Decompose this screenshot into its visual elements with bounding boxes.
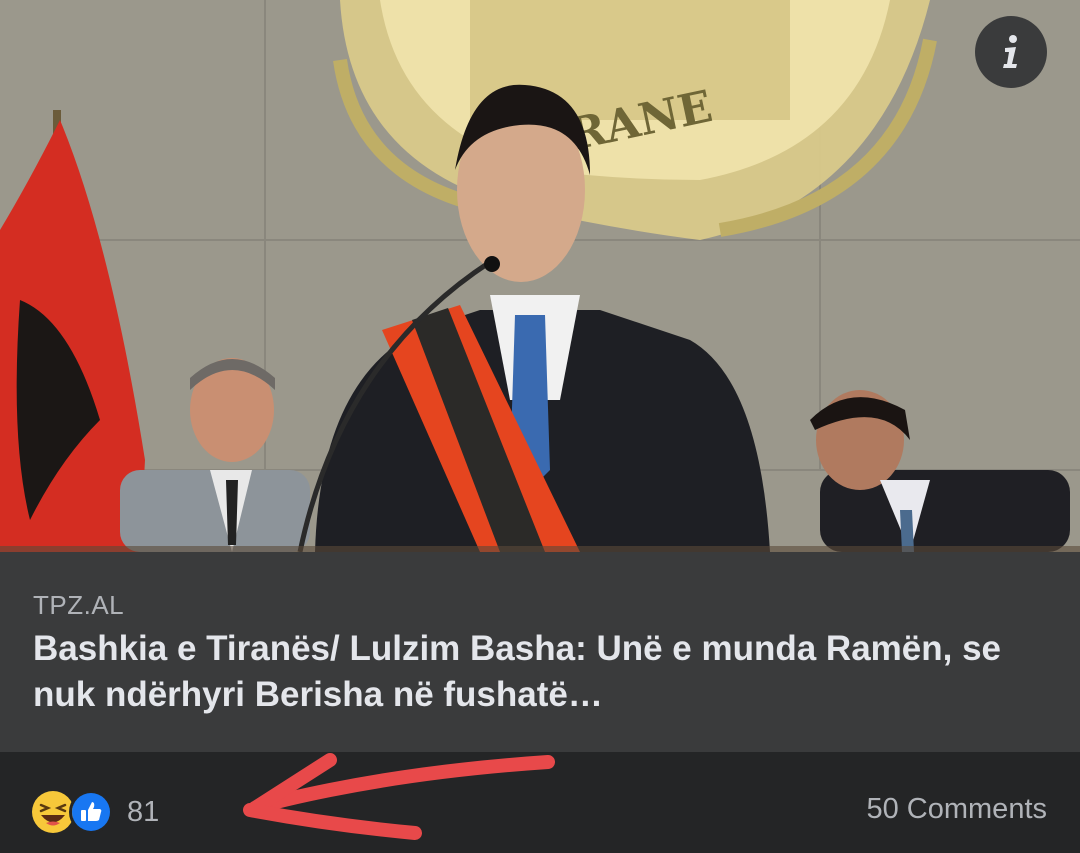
comments-count-link[interactable]: 50 Comments bbox=[866, 793, 1047, 826]
link-preview-image[interactable]: RANE bbox=[0, 0, 1080, 552]
link-source: TPZ.AL bbox=[33, 590, 125, 620]
reaction-count[interactable]: 81 bbox=[127, 796, 159, 829]
like-thumb-icon bbox=[69, 790, 113, 834]
reactions-summary[interactable]: 81 bbox=[31, 790, 159, 834]
info-button[interactable] bbox=[975, 16, 1047, 88]
press-photo-illustration: RANE bbox=[0, 0, 1080, 552]
info-icon bbox=[1003, 35, 1017, 68]
link-headline[interactable]: Bashkia e Tiranës/ Lulzim Basha: Unë e m… bbox=[33, 626, 1033, 718]
